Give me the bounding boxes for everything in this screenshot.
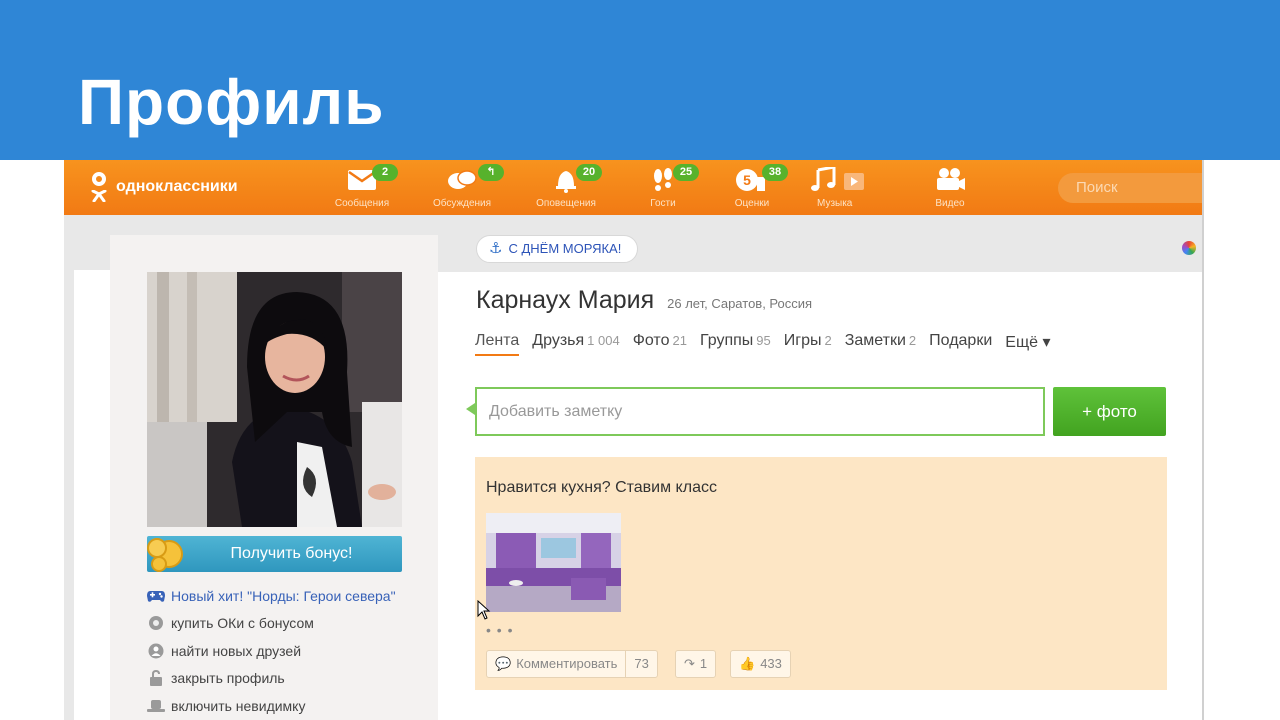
- nav-label: Сообщения: [334, 198, 390, 209]
- nav-label: Музыка: [817, 198, 853, 209]
- tab-count: 21: [672, 333, 687, 348]
- nav-label: Оповещения: [536, 198, 596, 209]
- sidebar-link-invisible[interactable]: включить невидимку: [147, 692, 417, 720]
- logo-text: одноклассники: [116, 178, 238, 195]
- music-note-icon: [797, 166, 877, 194]
- get-bonus-button[interactable]: Получить бонус!: [147, 536, 402, 572]
- lock-icon: [147, 669, 165, 687]
- profile-name: Карнаух Мария: [476, 286, 655, 314]
- top-nav-bar: одноклассники Сообщения 2 Обсуждения ↰ О…: [64, 160, 1202, 215]
- note-pointer: [466, 403, 475, 415]
- sidebar-link-label: закрыть профиль: [171, 670, 285, 687]
- tab-count: 95: [756, 333, 771, 348]
- nav-label: Обсуждения: [432, 198, 492, 209]
- video-camera-icon: [910, 166, 990, 194]
- like-button[interactable]: 👍 433: [730, 650, 791, 678]
- like-icon: 👍: [739, 656, 756, 671]
- add-photo-button[interactable]: + фото: [1053, 387, 1166, 436]
- tab-friends[interactable]: Друзья 1 004: [532, 332, 619, 356]
- person-icon: [147, 642, 165, 660]
- sidebar-link-label: купить ОКи с бонусом: [171, 615, 314, 632]
- holiday-badge[interactable]: ⚓ С ДНЁМ МОРЯКА!: [476, 235, 639, 263]
- nav-discussions[interactable]: Обсуждения ↰: [422, 164, 504, 209]
- nav-video[interactable]: Видео: [910, 166, 990, 209]
- tab-notes[interactable]: Заметки 2: [845, 332, 916, 356]
- slide-title: Профиль: [78, 66, 385, 138]
- nav-badge: 25: [673, 164, 699, 181]
- nav-badge: 20: [576, 164, 602, 181]
- comment-count: 73: [634, 656, 649, 671]
- more-dots[interactable]: • • •: [486, 622, 513, 638]
- svg-text:5: 5: [743, 172, 751, 188]
- post-image[interactable]: [486, 513, 621, 612]
- anchor-icon: ⚓: [489, 240, 503, 257]
- nav-label: Гости: [650, 198, 676, 209]
- nav-notifications[interactable]: Оповещения 20: [526, 164, 606, 209]
- mouse-cursor-icon: [477, 600, 491, 620]
- bonus-button-label: Получить бонус!: [230, 545, 353, 562]
- page-margin: [74, 270, 110, 720]
- feed-post: Нравится кухня? Ставим класс • • • 💬 Комм…: [475, 457, 1167, 690]
- search-input[interactable]: Поиск: [1058, 173, 1202, 203]
- comment-label: Комментировать: [516, 656, 618, 671]
- hat-icon: [147, 697, 165, 715]
- nav-ratings[interactable]: 5 Оценки 38: [712, 164, 792, 209]
- tab-games[interactable]: Игры 2: [784, 332, 832, 356]
- nav-music[interactable]: Музыка: [797, 166, 877, 209]
- nav-guests[interactable]: Гости 25: [623, 164, 703, 209]
- sidebar-link-label: Новый хит! "Норды: Герои севера": [171, 587, 396, 604]
- like-count: 433: [760, 656, 782, 671]
- tab-count: 2: [908, 333, 917, 348]
- tab-count: 2: [824, 333, 832, 348]
- add-note-input[interactable]: Добавить заметку: [475, 387, 1045, 436]
- profile-tabs: Лента Друзья 1 004 Фото 21 Группы 95 Игры 2 …: [475, 332, 1063, 356]
- tab-feed[interactable]: Лента: [475, 332, 520, 356]
- comment-button[interactable]: 💬 Комментировать 73: [486, 650, 658, 678]
- nav-label: Оценки: [734, 198, 770, 209]
- screenshot-frame: одноклассники Сообщения 2 Обсуждения ↰ О…: [64, 160, 1204, 720]
- share-icon: ↷: [684, 656, 695, 671]
- sidebar-link-find-friends[interactable]: найти новых друзей: [147, 637, 417, 665]
- holiday-badge-label: С ДНЁМ МОРЯКА!: [508, 241, 622, 256]
- sidebar-link-buy-ok[interactable]: купить ОКи с бонусом: [147, 610, 417, 638]
- nav-messages[interactable]: Сообщения 2: [322, 164, 402, 209]
- logo[interactable]: одноклассники: [88, 170, 238, 204]
- profile-meta: 26 лет, Саратов, Россия: [667, 296, 813, 311]
- post-text: Нравится кухня? Ставим класс: [486, 479, 717, 496]
- share-button[interactable]: ↷ 1: [675, 650, 717, 678]
- sidebar-links: Новый хит! "Норды: Герои севера" купить …: [147, 582, 417, 720]
- tab-groups[interactable]: Группы 95: [700, 332, 771, 356]
- sidebar-link-label: найти новых друзей: [171, 642, 302, 659]
- sidebar-link-game[interactable]: Новый хит! "Норды: Герои севера": [147, 582, 417, 610]
- slide-header: Профиль: [0, 0, 1280, 160]
- sidebar-link-label: включить невидимку: [171, 697, 306, 714]
- nav-badge: 2: [372, 164, 398, 181]
- profile-name-row: Карнаух Мария 26 лет, Саратов, Россия: [476, 286, 812, 315]
- ok-logo-icon: [88, 170, 110, 204]
- coin-icon: [147, 614, 165, 632]
- tab-more[interactable]: Ещё ▾: [1005, 332, 1050, 356]
- nav-label: Видео: [935, 198, 965, 209]
- comment-icon: 💬: [495, 656, 512, 671]
- share-count: 1: [699, 656, 708, 671]
- profile-photo[interactable]: [147, 272, 402, 527]
- color-theme-icon[interactable]: [1182, 241, 1196, 255]
- nav-badge: 38: [762, 164, 788, 181]
- tab-gifts[interactable]: Подарки: [929, 332, 992, 356]
- coins-icon: [147, 538, 183, 572]
- tab-count: 1 004: [587, 333, 620, 348]
- tab-photos[interactable]: Фото 21: [633, 332, 687, 356]
- gamepad-icon: [147, 587, 165, 605]
- nav-badge: ↰: [478, 164, 504, 181]
- sidebar-link-close-profile[interactable]: закрыть профиль: [147, 665, 417, 693]
